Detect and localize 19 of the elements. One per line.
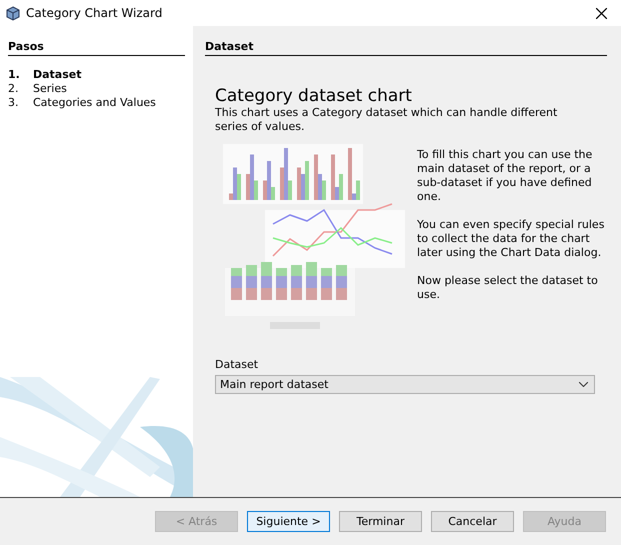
step-item: 3. Categories and Values bbox=[8, 96, 157, 110]
dataset-label: Dataset bbox=[215, 358, 260, 371]
info-paragraph: To fill this chart you can use the main dataset of the report, or a sub-dataset if you have defined one. bbox=[417, 148, 594, 204]
panel-heading: Dataset bbox=[205, 40, 607, 56]
info-paragraph: Now please select the dataset to use. bbox=[417, 274, 599, 302]
description-text: This chart uses a Category dataset which can handle different series of values. bbox=[215, 106, 558, 134]
close-icon[interactable] bbox=[596, 8, 607, 18]
window-title: Category Chart Wizard bbox=[26, 6, 164, 20]
wizard-button[interactable]: Cancelar bbox=[431, 511, 514, 532]
info-paragraph: You can even specify special rules to collect the data for the chart later using the Chart Data dialog. bbox=[417, 218, 606, 260]
wizard-button[interactable]: Terminar bbox=[339, 511, 422, 532]
cube-icon bbox=[6, 6, 20, 20]
panel-title: Category dataset chart bbox=[215, 86, 413, 106]
chevron-down-icon bbox=[579, 382, 588, 387]
wizard-button[interactable]: Siguiente > bbox=[247, 511, 330, 532]
steps-heading: Pasos bbox=[8, 40, 185, 56]
dataset-dropdown[interactable]: Main report dataset bbox=[215, 375, 595, 394]
step-item: 2. Series bbox=[8, 82, 68, 96]
step-item: 1. Dataset bbox=[8, 68, 83, 82]
